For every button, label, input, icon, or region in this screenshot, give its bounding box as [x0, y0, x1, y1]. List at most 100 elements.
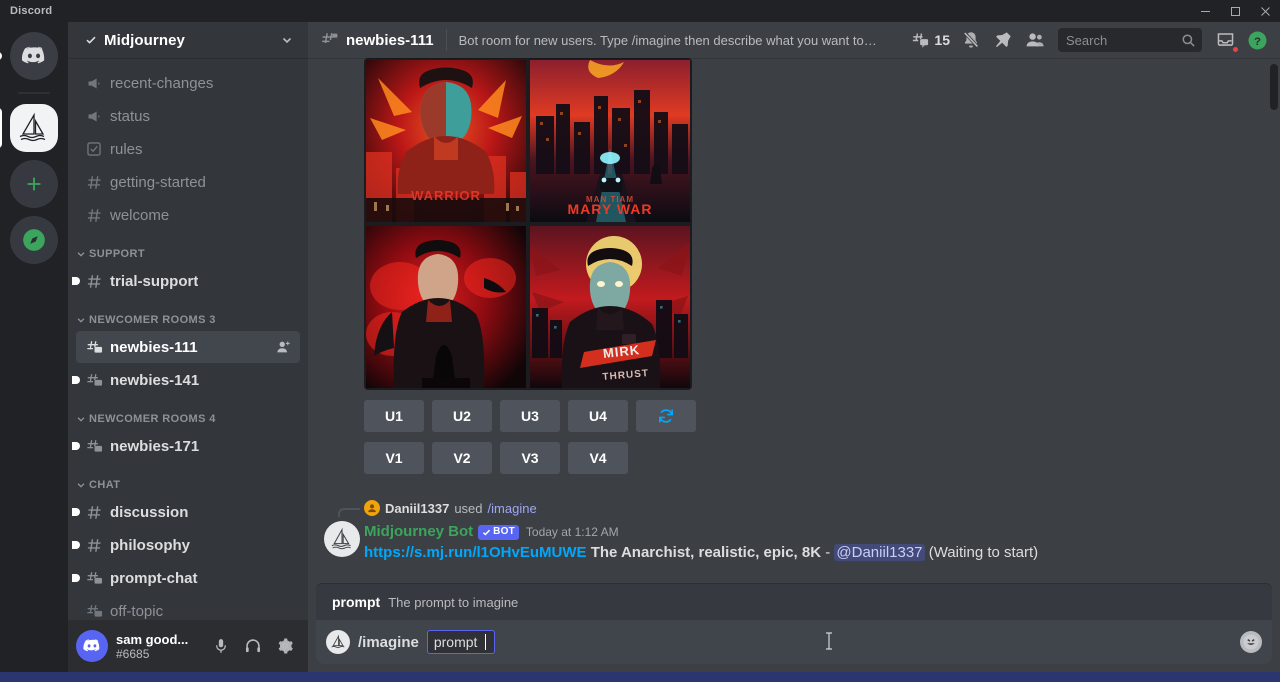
- variation-button-v4[interactable]: V4: [568, 442, 628, 474]
- channel-title: newbies-111: [346, 32, 434, 49]
- bot-badge: BOT: [478, 525, 519, 540]
- image-tile-3[interactable]: [366, 226, 526, 388]
- channel-name: prompt-chat: [110, 570, 198, 587]
- verified-check-icon: [482, 528, 491, 537]
- rail-item-home[interactable]: [10, 32, 58, 80]
- emoji-picker-button[interactable]: [1238, 629, 1264, 655]
- guild-header[interactable]: Midjourney: [68, 22, 308, 58]
- variation-button-v3[interactable]: V3: [500, 442, 560, 474]
- members-icon: [1025, 30, 1045, 50]
- message-list[interactable]: WARRIOR: [308, 58, 1280, 583]
- category-support[interactable]: SUPPORT: [68, 232, 308, 264]
- message-link[interactable]: https://s.mj.run/l1OHvEuMUWE: [364, 544, 587, 561]
- channel-name: recent-changes: [110, 75, 213, 92]
- upscale-button-u3[interactable]: U3: [500, 400, 560, 432]
- image-tile-4[interactable]: MIRK THRUST: [530, 226, 690, 388]
- rail-item-add-server[interactable]: [10, 160, 58, 208]
- threads-icon: [911, 31, 930, 50]
- minimize-button[interactable]: [1190, 0, 1220, 22]
- reply-spine: [338, 508, 360, 517]
- pinned-messages-button[interactable]: [988, 25, 1018, 55]
- pin-icon: [993, 30, 1013, 50]
- user-discriminator: #6685: [116, 647, 198, 661]
- message-mention[interactable]: @Daniil1337: [834, 544, 924, 561]
- microphone-icon[interactable]: [206, 631, 236, 661]
- close-button[interactable]: [1250, 0, 1280, 22]
- midjourney-sailboat-icon[interactable]: [324, 521, 360, 557]
- search-input[interactable]: [1066, 33, 1177, 48]
- server-rail: [0, 22, 68, 672]
- user-panel: sam good... #6685: [68, 620, 308, 672]
- rail-item-explore[interactable]: [10, 216, 58, 264]
- command-param-description: The prompt to imagine: [388, 595, 518, 610]
- variation-button-v1[interactable]: V1: [364, 442, 424, 474]
- upscale-button-u2[interactable]: U2: [432, 400, 492, 432]
- inbox-button[interactable]: [1210, 25, 1240, 55]
- variation-button-v2[interactable]: V2: [432, 442, 492, 474]
- channel-name: rules: [110, 141, 143, 158]
- sidebar-item-trial-support[interactable]: trial-support: [76, 265, 300, 297]
- composer-prompt-chip[interactable]: prompt: [427, 630, 496, 654]
- unread-indicator: [72, 277, 80, 285]
- channel-header: newbies-111 Bot room for new users. Type…: [308, 22, 1280, 58]
- image-tile-2[interactable]: MAN TIAM MARY WAR: [530, 60, 690, 222]
- sidebar-item-philosophy[interactable]: philosophy: [76, 529, 300, 561]
- hash-icon: [84, 504, 104, 521]
- sidebar-item-rules[interactable]: rules: [76, 133, 300, 165]
- headphones-icon[interactable]: [238, 631, 268, 661]
- search-box[interactable]: [1058, 28, 1202, 52]
- sidebar-item-newbies-171[interactable]: newbies-171: [76, 430, 300, 462]
- message-composer[interactable]: /imagine prompt: [316, 620, 1272, 664]
- rail-item-midjourney[interactable]: [10, 104, 58, 152]
- bot-message: Midjourney Bot BOT Today at 1:12 AM http…: [308, 520, 1280, 565]
- add-member-icon[interactable]: [276, 339, 292, 355]
- avatar[interactable]: [76, 630, 108, 662]
- rules-icon: [84, 141, 104, 157]
- upscale-button-u1[interactable]: U1: [364, 400, 424, 432]
- bot-badge-label: BOT: [493, 522, 515, 542]
- compass-icon: [10, 216, 58, 264]
- member-list-button[interactable]: [1020, 25, 1050, 55]
- header-divider: [446, 29, 447, 51]
- category-chat[interactable]: CHAT: [68, 463, 308, 495]
- message-author[interactable]: Midjourney Bot: [364, 522, 473, 542]
- sidebar-item-status[interactable]: status: [76, 100, 300, 132]
- image-grid[interactable]: WARRIOR: [364, 58, 692, 390]
- channel-name: off-topic: [110, 603, 163, 620]
- user-identity[interactable]: sam good... #6685: [116, 632, 198, 661]
- message-scrollbar[interactable]: [1270, 64, 1278, 110]
- rail-pill-home: [0, 52, 2, 60]
- reroll-button[interactable]: [636, 400, 696, 432]
- composer-command-name: /imagine: [358, 634, 419, 651]
- maximize-button[interactable]: [1220, 0, 1250, 22]
- image-tile-1[interactable]: WARRIOR: [366, 60, 526, 222]
- rail-pill-active: [0, 108, 2, 148]
- channel-list[interactable]: recent-changes status rules: [68, 58, 308, 620]
- sidebar-item-discussion[interactable]: discussion: [76, 496, 300, 528]
- channel-topic[interactable]: Bot room for new users. Type /imagine th…: [459, 33, 879, 48]
- upscale-button-u4[interactable]: U4: [568, 400, 628, 432]
- refresh-icon: [657, 407, 675, 425]
- sidebar-item-newbies-111[interactable]: newbies-111: [76, 331, 300, 363]
- reply-command[interactable]: /imagine: [488, 501, 537, 516]
- category-newcomer-rooms-4[interactable]: NEWCOMER ROOMS 4: [68, 397, 308, 429]
- notification-settings-button[interactable]: [956, 25, 986, 55]
- reply-username[interactable]: Daniil1337: [385, 501, 449, 516]
- chevron-down-icon: [76, 249, 86, 259]
- hash-thread-icon: [84, 438, 104, 455]
- sidebar-item-off-topic[interactable]: off-topic: [76, 595, 300, 620]
- gear-icon[interactable]: [270, 631, 300, 661]
- sidebar-item-newbies-141[interactable]: newbies-141: [76, 364, 300, 396]
- username: sam good...: [116, 632, 198, 647]
- sidebar-item-recent-changes[interactable]: recent-changes: [76, 67, 300, 99]
- generated-image-attachment[interactable]: WARRIOR: [308, 58, 1280, 390]
- threads-button[interactable]: 15: [907, 25, 954, 55]
- unread-indicator: [72, 442, 80, 450]
- sidebar-item-prompt-chat[interactable]: prompt-chat: [76, 562, 300, 594]
- sidebar-item-getting-started[interactable]: getting-started: [76, 166, 300, 198]
- reply-verb: used: [454, 501, 482, 516]
- category-newcomer-rooms-3[interactable]: NEWCOMER ROOMS 3: [68, 298, 308, 330]
- channel-sidebar: Midjourney recent-changes sta: [68, 22, 308, 672]
- sidebar-item-welcome[interactable]: welcome: [76, 199, 300, 231]
- help-button[interactable]: ?: [1242, 25, 1272, 55]
